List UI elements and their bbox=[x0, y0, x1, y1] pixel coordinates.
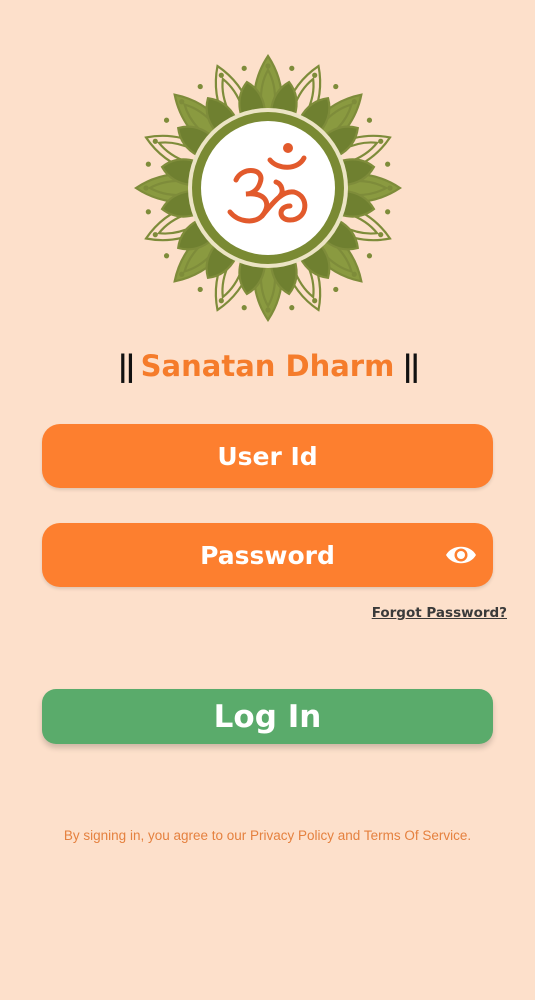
om-mandala-icon bbox=[134, 54, 402, 322]
app-title-text: Sanatan Dharm bbox=[140, 349, 395, 383]
om-mandala-logo bbox=[132, 52, 404, 324]
terms-text: By signing in, you agree to our Privacy … bbox=[63, 828, 472, 843]
title-bars-right: || bbox=[402, 349, 420, 383]
user-id-field[interactable]: User Id bbox=[42, 424, 493, 488]
login-button[interactable]: Log In bbox=[42, 689, 493, 744]
app-title: || Sanatan Dharm || bbox=[0, 346, 535, 386]
password-field[interactable]: Password bbox=[42, 523, 493, 587]
forgot-password-link[interactable]: Forgot Password? bbox=[372, 605, 507, 621]
user-id-placeholder: User Id bbox=[217, 441, 318, 471]
eye-icon[interactable] bbox=[445, 540, 477, 570]
title-bars-left: || bbox=[117, 349, 135, 383]
password-placeholder: Password bbox=[200, 540, 335, 570]
